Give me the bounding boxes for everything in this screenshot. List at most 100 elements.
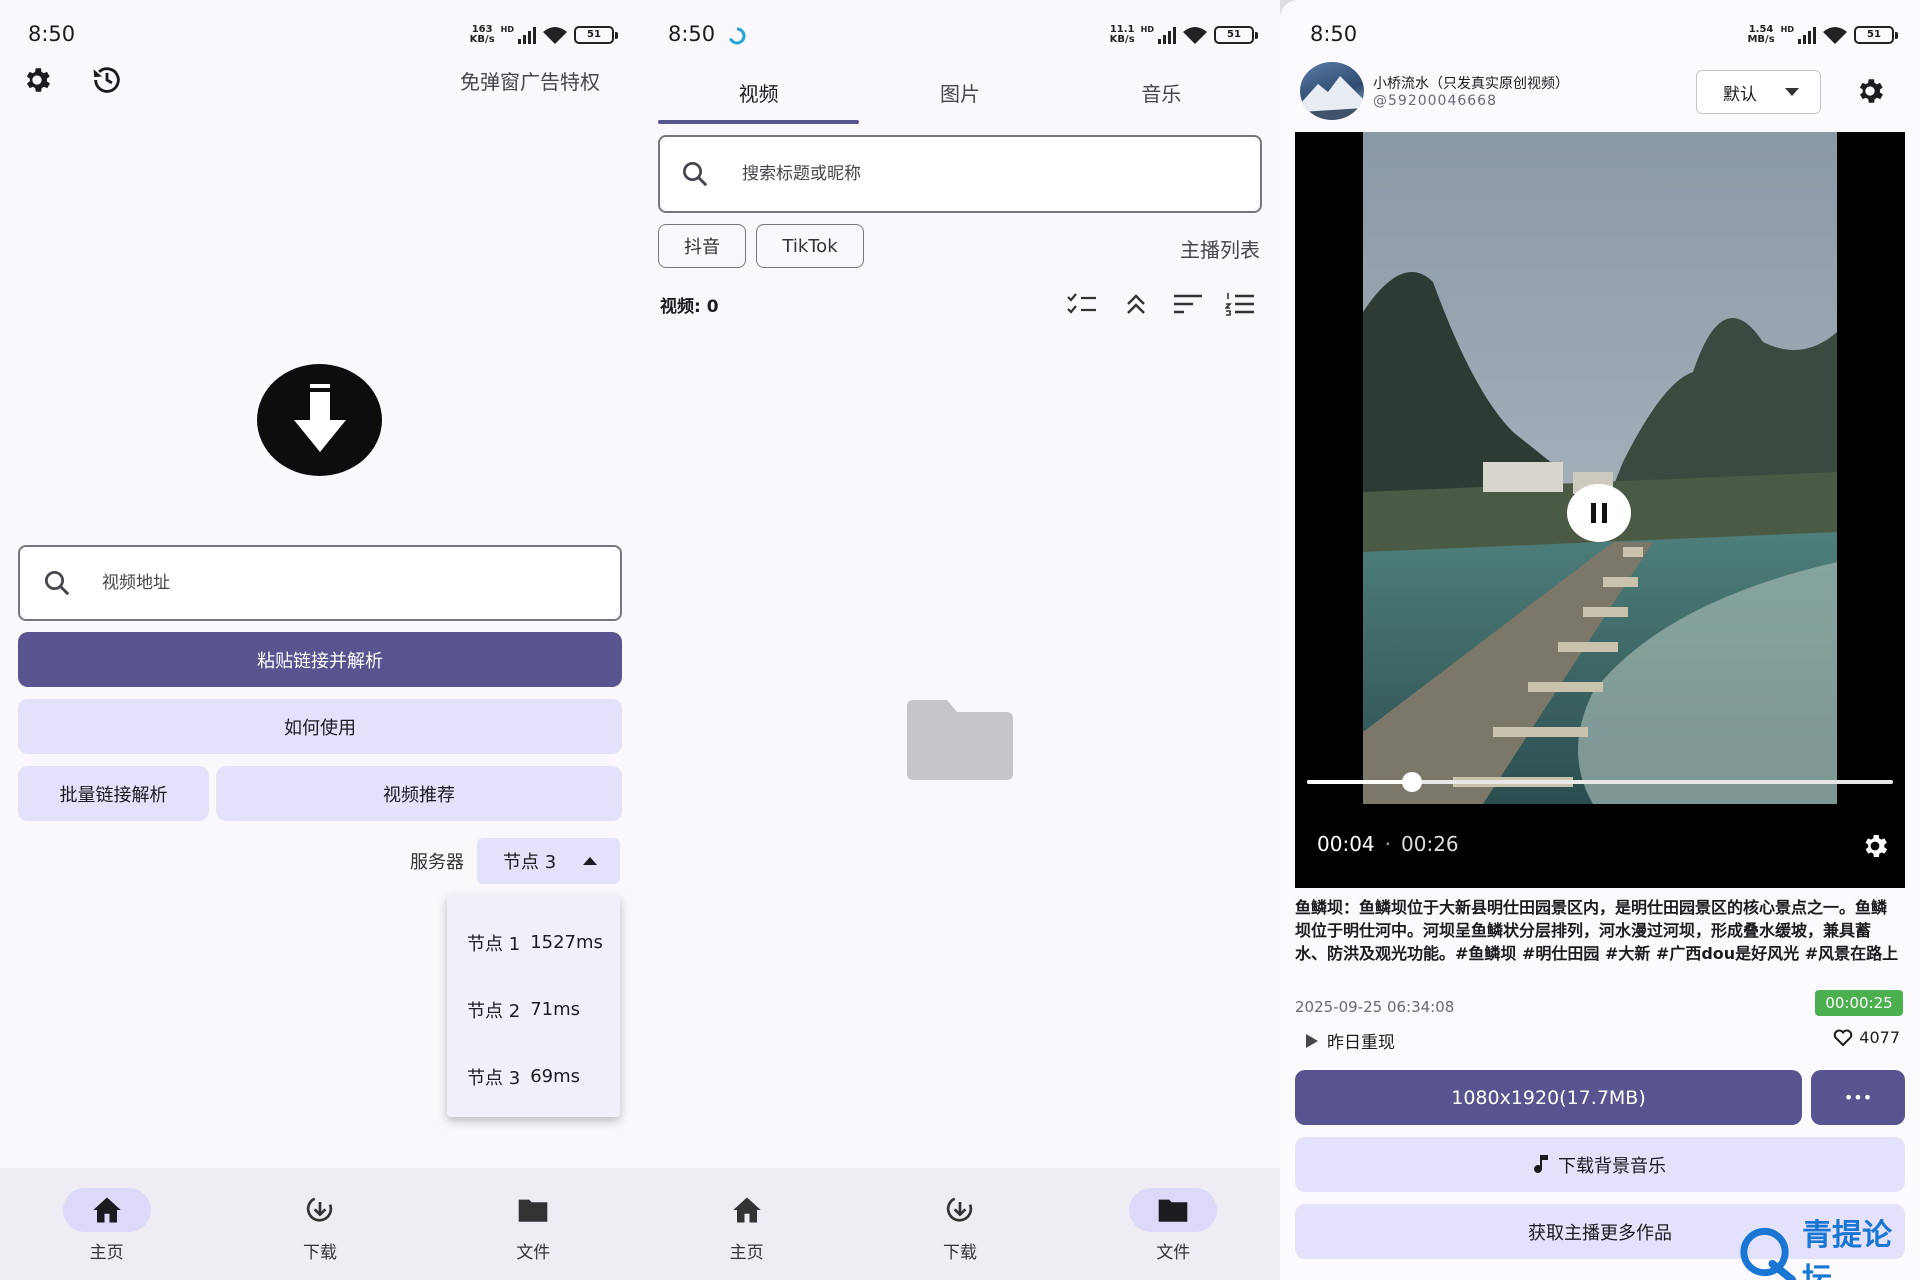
home-icon (92, 1197, 121, 1223)
wifi-icon (543, 27, 567, 44)
url-input[interactable] (102, 573, 620, 593)
download-music-button[interactable]: 下载背景音乐 (1295, 1137, 1905, 1192)
folder-icon (1159, 1199, 1188, 1222)
server-option-2[interactable]: 节点 2 71ms (447, 976, 620, 1043)
seek-progress (1307, 780, 1413, 784)
home-screen: 8:50 163KB/s HD 51 免弹窗广告特权 粘贴链接并解析 如何使用 … (0, 0, 640, 1280)
search-input[interactable] (742, 164, 1260, 184)
media-tabs: 视频 图片 音乐 (658, 70, 1262, 124)
player-screen: 8:50 1.54 MB/s HD 51 小桥流水（只发真实原创视频） @5920… (1280, 0, 1920, 1280)
gear-icon (1865, 835, 1888, 857)
batch-parse-button[interactable]: 批量链接解析 (18, 766, 209, 821)
sync-icon (729, 27, 746, 45)
duration-badge: 00:00:25 (1815, 990, 1903, 1016)
tab-image[interactable]: 图片 (859, 70, 1060, 124)
author-name: 小桥流水（只发真实原创视频） (1373, 76, 1569, 92)
signal-icon (518, 26, 536, 44)
server-dropdown-menu: 节点 1 1527ms 节点 2 71ms 节点 3 69ms (447, 895, 620, 1117)
status-time: 8:50 (668, 22, 716, 46)
double-chevron-up-icon (1127, 294, 1145, 314)
chip-douyin[interactable]: 抖音 (658, 224, 746, 268)
network-speed: 1.54 MB/s (1747, 24, 1775, 45)
search-icon (683, 162, 708, 187)
battery-icon: 51 (1854, 26, 1898, 44)
status-time: 8:50 (1310, 22, 1358, 46)
server-select[interactable]: 节点 3 (477, 838, 620, 884)
download-circle-icon (946, 1197, 973, 1222)
video-recommend-button[interactable]: 视频推荐 (216, 766, 622, 821)
multi-select-button[interactable] (1064, 288, 1100, 320)
download-logo (257, 364, 382, 476)
video-player[interactable]: 00:04 · 00:26 (1295, 132, 1905, 888)
nav-download[interactable]: 下载 (853, 1168, 1066, 1280)
sort-icon (1174, 294, 1202, 314)
total-time: 00:26 (1401, 832, 1459, 856)
anchor-list-link[interactable]: 主播列表 (1180, 234, 1260, 263)
sort-select[interactable]: 默认 (1696, 70, 1821, 114)
tab-music[interactable]: 音乐 (1061, 70, 1262, 124)
pause-icon (1591, 503, 1607, 523)
home-icon (732, 1197, 761, 1223)
video-settings-button[interactable] (1855, 826, 1895, 866)
watermark-logo: 青提论坛 (1735, 1210, 1920, 1280)
nav-files[interactable]: 文件 (427, 1168, 640, 1280)
checklist-icon (1067, 293, 1096, 314)
server-option-1[interactable]: 节点 1 1527ms (447, 909, 620, 976)
search-field[interactable] (658, 135, 1262, 213)
author-avatar[interactable] (1300, 62, 1364, 120)
heart-icon (1834, 1029, 1853, 1046)
download-video-button[interactable]: 1080x1920(17.7MB) (1295, 1070, 1802, 1125)
nav-download[interactable]: 下载 (213, 1168, 426, 1280)
paste-parse-button[interactable]: 粘贴链接并解析 (18, 632, 622, 687)
list-view-button[interactable] (1222, 288, 1258, 320)
pause-button[interactable] (1567, 484, 1631, 542)
current-time: 00:04 (1317, 832, 1375, 856)
chip-tiktok[interactable]: TikTok (756, 224, 864, 268)
publish-date: 2025-09-25 06:34:08 (1295, 998, 1455, 1016)
tab-video[interactable]: 视频 (658, 70, 860, 124)
video-count: 视频: 0 (660, 297, 719, 317)
files-screen: 8:50 11.1KB/s HD 51 视频 图片 音乐 抖音 TikTok 主… (640, 0, 1280, 1280)
history-button[interactable] (87, 60, 127, 100)
like-count[interactable]: 4077 (1833, 1028, 1900, 1047)
more-options-button[interactable]: ••• (1811, 1070, 1905, 1125)
server-label: 服务器 (410, 852, 464, 873)
mountain-avatar-image (1300, 76, 1364, 120)
network-speed: 11.1 KB/s (1109, 24, 1135, 45)
gear-icon (26, 68, 50, 92)
download-circle-icon (306, 1197, 333, 1222)
server-option-3[interactable]: 节点 3 69ms (447, 1043, 620, 1110)
nav-home[interactable]: 主页 (640, 1168, 853, 1280)
forum-logo-icon (1740, 1227, 1796, 1280)
history-icon (93, 67, 120, 93)
video-frame-landscape (1363, 132, 1837, 804)
scroll-top-button[interactable] (1118, 288, 1154, 320)
music-note-icon (1534, 1154, 1548, 1173)
caret-down-icon (1785, 88, 1799, 96)
battery-icon: 51 (574, 26, 618, 44)
status-bar: 8:50 163 KB/s HD 51 (0, 18, 640, 52)
status-time: 8:50 (28, 22, 76, 46)
video-time: 00:04 · 00:26 (1317, 832, 1459, 856)
replay-link[interactable]: 昨日重现 (1305, 1028, 1395, 1053)
status-bar: 8:50 11.1 KB/s HD 51 (640, 18, 1280, 52)
video-description: 鱼鳞坝：鱼鳞坝位于大新县明仕田园景区内，是明仕田园景区的核心景点之一。鱼鳞坝位于… (1295, 898, 1899, 963)
wifi-icon (1183, 27, 1207, 44)
nav-files[interactable]: 文件 (1067, 1168, 1280, 1280)
player-settings-button[interactable] (1850, 71, 1890, 111)
url-field[interactable] (18, 545, 622, 621)
how-to-use-button[interactable]: 如何使用 (18, 699, 622, 754)
nav-home[interactable]: 主页 (0, 1168, 213, 1280)
network-speed: 163 KB/s (469, 24, 495, 45)
caret-up-icon (583, 857, 597, 865)
signal-icon (1158, 26, 1176, 44)
ad-free-link[interactable]: 免弹窗广告特权 (460, 66, 600, 95)
folder-icon (519, 1199, 548, 1222)
bottom-nav: 主页 下载 文件 (640, 1168, 1280, 1280)
author-id: @59200046668 (1373, 93, 1497, 109)
seek-bar[interactable] (1307, 772, 1893, 792)
settings-button[interactable] (17, 60, 57, 100)
numbered-list-icon (1225, 293, 1254, 316)
play-icon (1306, 1033, 1318, 1048)
sort-button[interactable] (1170, 288, 1206, 320)
